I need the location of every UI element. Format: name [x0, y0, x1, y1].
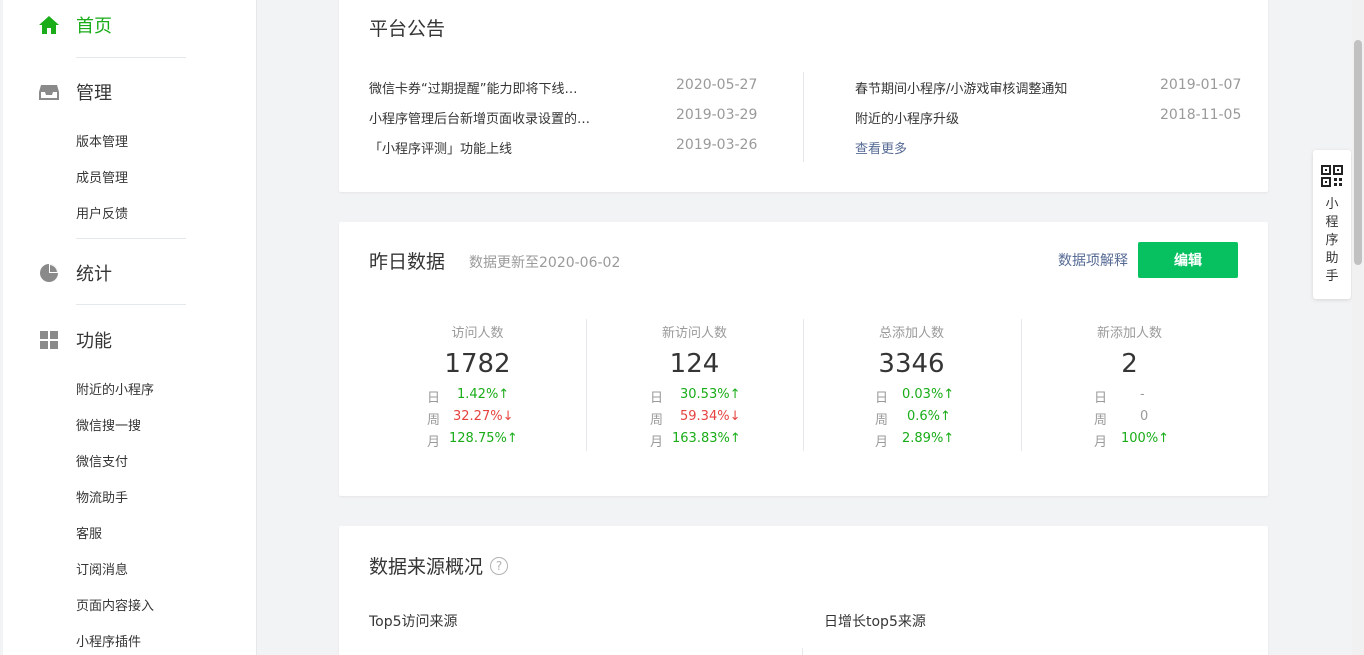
day-change: 30.53%↑ [680, 387, 741, 402]
sources-title: 数据来源概况 [369, 556, 484, 578]
nav-manage-label: 管理 [76, 83, 112, 104]
sources-title-row: 数据来源概况 ? [369, 552, 509, 579]
grid-icon [38, 329, 60, 351]
nav-features-label: 功能 [76, 331, 112, 352]
metric-label: 新访问人数 [661, 326, 727, 341]
nav-home-label: 首页 [76, 16, 112, 37]
notice-link[interactable]: 微信卡券“过期提醒”能力即将下线… [369, 78, 577, 97]
mini-program-helper[interactable]: 小程序助手 [1313, 150, 1351, 299]
metric-value: 124 [669, 349, 720, 379]
metric-value: 2 [1121, 349, 1138, 379]
helper-label: 小程序助手 [1325, 197, 1339, 284]
notice-link[interactable]: 「小程序评测」功能上线 [369, 138, 512, 157]
month-change: 100%↑ [1121, 431, 1170, 446]
metric-total-added: 总添加人数 3346 日 0.03%↑ 周 0.6%↑ 月 2.89%↑ [803, 319, 1020, 451]
metric-visitors: 访问人数 1782 日 1.42%↑ 周 32.27%↓ 月 128.75%↑ [369, 319, 586, 451]
metric-label: 访问人数 [451, 326, 504, 341]
yesterday-data-card: 昨日数据 数据更新至2020-06-02 数据项解释 编辑 访问人数 1782 … [339, 222, 1268, 496]
nav-divider [76, 238, 186, 239]
sidebar-item-service[interactable]: 客服 [76, 523, 102, 542]
announcement-title: 平台公告 [369, 18, 446, 40]
home-icon [38, 14, 60, 36]
nav-stats[interactable]: 统计 [38, 260, 112, 286]
sidebar-item-subscribe[interactable]: 订阅消息 [76, 559, 128, 578]
day-change: - [1140, 387, 1145, 402]
notice-date: 2019-03-26 [676, 137, 758, 153]
week-change: 59.34%↓ [680, 409, 741, 424]
month-change: 163.83%↑ [672, 431, 741, 446]
metric-value: 3346 [878, 349, 945, 379]
top5-sources-label: Top5访问来源 [369, 614, 458, 630]
metric-label: 新添加人数 [1096, 326, 1162, 341]
period-label: 周 [427, 413, 441, 428]
sidebar-item-members[interactable]: 成员管理 [76, 167, 128, 186]
nav-features[interactable]: 功能 [38, 327, 112, 353]
help-icon[interactable]: ? [490, 556, 509, 575]
period-label: 月 [427, 435, 441, 450]
period-label: 周 [1094, 413, 1108, 428]
week-change: 32.27%↓ [453, 409, 514, 424]
sidebar-item-plugin[interactable]: 小程序插件 [76, 631, 141, 650]
daily-growth-label: 日增长top5来源 [824, 614, 926, 630]
sidebar-item-search[interactable]: 微信搜一搜 [76, 415, 141, 434]
sidebar-item-logistics[interactable]: 物流助手 [76, 487, 128, 506]
sidebar-item-version[interactable]: 版本管理 [76, 131, 128, 150]
nav-stats-label: 统计 [76, 264, 112, 285]
nav-divider [76, 57, 186, 58]
yesterday-title: 昨日数据 [369, 251, 446, 273]
nav-divider [76, 304, 186, 305]
notice-link[interactable]: 小程序管理后台新增页面收录设置的… [369, 108, 590, 127]
column-divider [803, 72, 804, 162]
sidebar: 首页 管理 版本管理 成员管理 用户反馈 统计 功能 附近的小程序 微信搜一搜 … [0, 0, 257, 655]
metric-label: 总添加人数 [878, 326, 944, 341]
explain-link[interactable]: 数据项解释 [1058, 250, 1128, 270]
sidebar-item-nearby[interactable]: 附近的小程序 [76, 379, 154, 398]
metric-new-visitors: 新访问人数 124 日 30.53%↑ 周 59.34%↓ 月 163.83%↑ [586, 319, 803, 451]
period-label: 月 [875, 435, 889, 450]
metric-new-added: 新添加人数 2 日 - 周 0 月 100%↑ [1021, 319, 1238, 451]
day-change: 1.42%↑ [457, 387, 510, 402]
notice-link[interactable]: 附近的小程序升级 [855, 108, 959, 127]
month-change: 2.89%↑ [902, 431, 955, 446]
period-label: 日 [427, 391, 441, 406]
period-label: 日 [650, 391, 664, 406]
edit-button[interactable]: 编辑 [1138, 242, 1238, 278]
notice-link[interactable]: 春节期间小程序/小游戏审核调整通知 [855, 78, 1067, 97]
qr-code-icon [1321, 165, 1343, 191]
sidebar-item-pay[interactable]: 微信支付 [76, 451, 128, 470]
update-date: 数据更新至2020-06-02 [469, 255, 621, 271]
see-more-link[interactable]: 查看更多 [855, 138, 907, 157]
sidebar-item-content[interactable]: 页面内容接入 [76, 595, 154, 614]
month-change: 128.75%↑ [449, 431, 518, 446]
week-change: 0.6%↑ [907, 409, 951, 424]
column-divider [802, 648, 803, 655]
period-label: 月 [650, 435, 664, 450]
announcement-card: 平台公告 微信卡券“过期提醒”能力即将下线… 2020-05-27 小程序管理后… [339, 0, 1268, 192]
nav-manage[interactable]: 管理 [38, 79, 112, 105]
sidebar-item-feedback[interactable]: 用户反馈 [76, 203, 128, 222]
scrollbar-thumb[interactable] [1354, 40, 1362, 265]
nav-home[interactable]: 首页 [38, 12, 112, 38]
day-change: 0.03%↑ [902, 387, 955, 402]
notice-date: 2019-01-07 [1160, 77, 1242, 93]
period-label: 周 [875, 413, 889, 428]
notice-date: 2019-03-29 [676, 107, 758, 123]
notice-date: 2018-11-05 [1160, 107, 1242, 123]
sources-card: 数据来源概况 ? Top5访问来源 日增长top5来源 [339, 526, 1268, 655]
scrollbar[interactable] [1352, 0, 1364, 655]
pie-chart-icon [38, 262, 60, 284]
metric-value: 1782 [444, 349, 511, 379]
inbox-icon [38, 81, 60, 103]
notice-date: 2020-05-27 [676, 77, 758, 93]
period-label: 日 [1094, 391, 1108, 406]
period-label: 月 [1094, 435, 1108, 450]
period-label: 周 [650, 413, 664, 428]
period-label: 日 [875, 391, 889, 406]
week-change: 0 [1140, 409, 1149, 424]
